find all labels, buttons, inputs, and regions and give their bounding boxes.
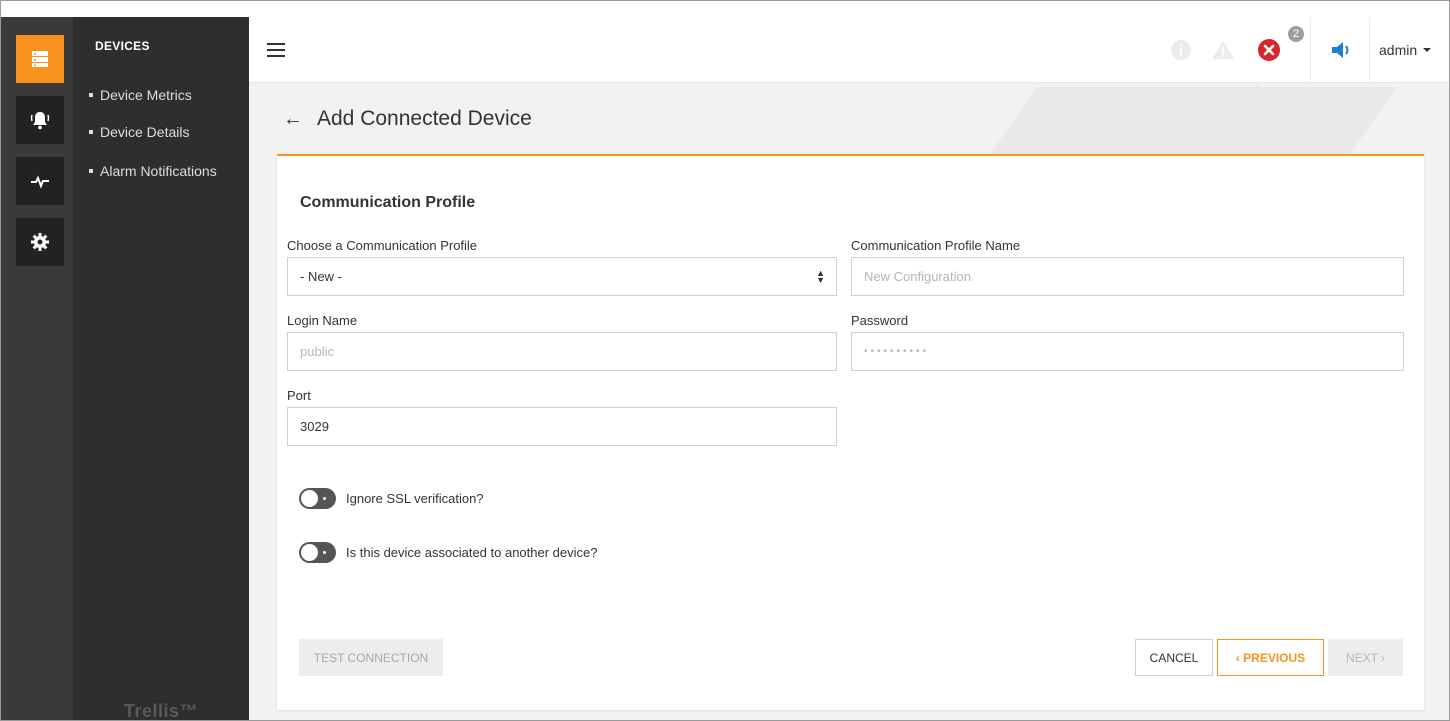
login-name-label: Login Name (287, 313, 358, 328)
rail-alarms-button[interactable] (16, 96, 64, 144)
gear-icon (31, 233, 49, 251)
bullet-icon (89, 130, 93, 134)
port-input[interactable]: 3029 (287, 407, 837, 446)
association-toggle-row: Is this device associated to another dev… (299, 542, 597, 563)
topbar-divider (1310, 17, 1311, 83)
password-input[interactable]: •••••••••• (851, 332, 1404, 371)
profile-select[interactable]: - New - ▲ ▼ (287, 257, 837, 296)
top-bar: 2 admin (249, 17, 1449, 83)
sidebar-item-label: Device Details (100, 124, 190, 140)
association-toggle-label: Is this device associated to another dev… (346, 545, 598, 560)
sidebar-item-alarm-notifications[interactable]: Alarm Notifications (89, 163, 217, 179)
sidebar-item-label: Alarm Notifications (100, 163, 217, 179)
profile-name-input[interactable]: New Configuration (851, 257, 1404, 296)
page-header: ← Add Connected Device (283, 107, 532, 131)
user-name: admin (1379, 42, 1418, 58)
login-name-placeholder: public (300, 344, 334, 359)
info-icon[interactable] (1169, 38, 1193, 62)
password-label: Password (851, 313, 909, 328)
port-label: Port (287, 388, 311, 403)
error-icon[interactable] (1257, 38, 1281, 62)
password-placeholder: •••••••••• (864, 346, 930, 357)
next-button[interactable]: NEXT › (1328, 639, 1403, 676)
window-top-strip (1, 1, 1449, 17)
sidebar-item-device-metrics[interactable]: Device Metrics (89, 87, 192, 103)
bell-icon (30, 112, 50, 130)
association-toggle[interactable] (299, 542, 336, 563)
test-connection-button[interactable]: TEST CONNECTION (299, 639, 443, 676)
login-name-input[interactable]: public (287, 332, 837, 371)
select-arrows-icon: ▲ ▼ (816, 268, 825, 285)
server-icon (32, 51, 48, 67)
caret-down-icon (1423, 48, 1432, 52)
profile-name-label: Communication Profile Name (851, 238, 1021, 253)
port-value: 3029 (300, 419, 329, 434)
profile-select-label: Choose a Communication Profile (287, 238, 478, 253)
main-content: 2 admin ← Add Connected Device Communica… (249, 17, 1449, 720)
warning-icon[interactable] (1211, 38, 1235, 62)
profile-name-placeholder: New Configuration (864, 269, 971, 284)
form-card: Communication Profile Choose a Communica… (277, 154, 1424, 710)
previous-button[interactable]: ‹ PREVIOUS (1217, 639, 1324, 676)
ssl-toggle-row: Ignore SSL verification? (299, 488, 484, 509)
page-title: Add Connected Device (317, 107, 532, 130)
hamburger-menu-icon[interactable] (267, 43, 285, 57)
cancel-button[interactable]: CANCEL (1135, 639, 1213, 676)
error-count-badge: 2 (1286, 24, 1306, 44)
nav-section-title: DEVICES (95, 39, 150, 53)
section-title: Communication Profile (300, 194, 476, 211)
ssl-toggle[interactable] (299, 488, 336, 509)
pulse-icon (31, 175, 49, 189)
sidebar-nav: DEVICES Device Metrics Device Details Al… (73, 17, 249, 721)
sound-icon[interactable] (1329, 38, 1353, 62)
rail-settings-button[interactable] (16, 218, 64, 266)
bullet-icon (89, 93, 93, 97)
app-frame: DEVICES Device Metrics Device Details Al… (0, 0, 1450, 721)
bullet-icon (89, 169, 93, 173)
sidebar-item-device-details[interactable]: Device Details (89, 124, 189, 140)
topbar-divider (1369, 17, 1370, 83)
user-menu[interactable]: admin (1379, 42, 1432, 58)
rail-devices-button[interactable] (16, 35, 64, 83)
brand-logo-text: Trellis™ (124, 701, 199, 721)
profile-select-value: - New - (300, 269, 342, 284)
sidebar-item-label: Device Metrics (100, 87, 192, 103)
icon-rail (1, 17, 73, 720)
ssl-toggle-label: Ignore SSL verification? (346, 491, 484, 506)
back-arrow-icon[interactable]: ← (283, 108, 303, 131)
rail-metrics-button[interactable] (16, 157, 64, 205)
